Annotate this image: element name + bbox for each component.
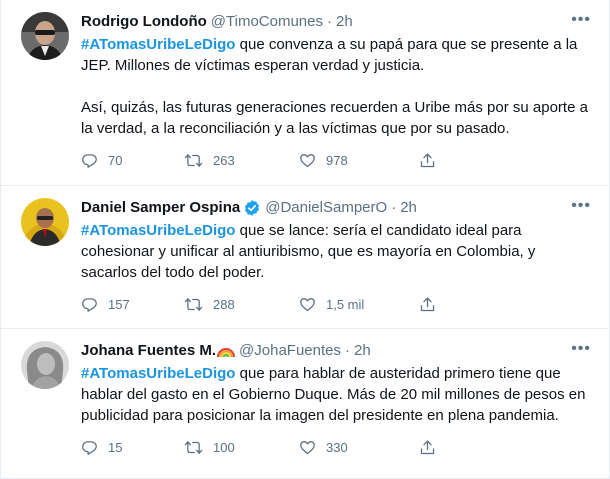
tweet-text: #ATomasUribeLeDigo que se lance: sería e… — [81, 220, 593, 283]
author-name[interactable]: Johana Fuentes M. — [81, 341, 216, 361]
reply-icon — [82, 297, 97, 312]
author-handle[interactable]: @DanielSamperO — [265, 198, 387, 218]
heart-icon — [300, 297, 315, 311]
retweet-button[interactable]: 100 — [184, 439, 299, 456]
like-count: 978 — [326, 152, 348, 168]
author-handle[interactable]: @JohaFuentes — [239, 341, 341, 361]
retweet-icon — [184, 440, 203, 454]
like-button[interactable]: 1,5 mil — [299, 296, 419, 313]
reply-button[interactable]: 15 — [81, 439, 184, 456]
separator-dot: · — [327, 13, 332, 30]
share-icon — [420, 152, 435, 167]
author-handle[interactable]: @TimoComunes — [211, 12, 323, 32]
tweet-time[interactable]: 2h — [336, 12, 353, 32]
avatar[interactable] — [21, 198, 69, 246]
retweet-button[interactable]: 288 — [184, 296, 299, 313]
separator-dot: · — [344, 342, 350, 359]
like-count: 1,5 mil — [326, 296, 365, 312]
heart-icon — [300, 153, 315, 167]
reply-icon — [82, 440, 97, 455]
author-name[interactable]: Daniel Samper Ospina — [81, 198, 240, 218]
tweet-time[interactable]: 2h — [400, 198, 417, 218]
retweet-icon — [184, 297, 203, 311]
retweet-count: 100 — [213, 439, 235, 455]
share-icon — [420, 439, 435, 454]
author-name[interactable]: Rodrigo Londoño — [81, 12, 207, 32]
retweet-icon — [184, 153, 203, 167]
separator-dot: · — [391, 199, 397, 216]
more-icon[interactable]: ••• — [571, 12, 591, 28]
more-icon[interactable]: ••• — [571, 198, 591, 214]
tweet[interactable]: Daniel Samper Ospina @DanielSamperO · 2h… — [1, 186, 609, 329]
reply-count: 15 — [108, 439, 123, 455]
reply-count: 157 — [108, 296, 130, 312]
avatar[interactable] — [21, 341, 69, 389]
share-button[interactable] — [419, 296, 436, 313]
like-button[interactable]: 978 — [299, 152, 419, 169]
tweet-actions: 15 100 330 — [81, 436, 593, 458]
like-count: 330 — [326, 439, 348, 455]
like-button[interactable]: 330 — [299, 439, 419, 456]
share-button[interactable] — [419, 152, 436, 169]
tweet-text: #ATomasUribeLeDigo que convenza a su pap… — [81, 34, 593, 139]
tweet-actions: 157 288 1,5 mil — [81, 293, 593, 315]
reply-button[interactable]: 157 — [81, 296, 184, 313]
hashtag-link[interactable]: #ATomasUribeLeDigo — [81, 365, 235, 382]
heart-icon — [300, 440, 315, 454]
hashtag-link[interactable]: #ATomasUribeLeDigo — [81, 36, 235, 53]
timeline: Rodrigo Londoño @TimoComunes · 2h #AToma… — [0, 0, 610, 479]
share-icon — [420, 296, 435, 311]
tweet-time[interactable]: 2h — [354, 341, 371, 361]
more-icon[interactable]: ••• — [571, 341, 591, 357]
retweet-button[interactable]: 263 — [184, 152, 299, 169]
tweet-actions: 70 263 978 — [81, 149, 593, 171]
share-button[interactable] — [419, 439, 436, 456]
reply-button[interactable]: 70 — [81, 152, 184, 169]
hashtag-link[interactable]: #ATomasUribeLeDigo — [81, 222, 235, 239]
retweet-count: 288 — [213, 296, 235, 312]
avatar[interactable] — [21, 12, 69, 60]
reply-icon — [82, 153, 97, 168]
rainbow-icon — [217, 344, 236, 358]
reply-count: 70 — [108, 152, 123, 168]
tweet[interactable]: Rodrigo Londoño @TimoComunes · 2h #AToma… — [1, 0, 609, 186]
retweet-count: 263 — [213, 152, 235, 168]
tweet-text: #ATomasUribeLeDigo que para hablar de au… — [81, 363, 593, 426]
tweet[interactable]: Johana Fuentes M. @JohaFuentes · 2h #ATo… — [1, 329, 609, 479]
verified-badge-icon — [243, 199, 261, 217]
